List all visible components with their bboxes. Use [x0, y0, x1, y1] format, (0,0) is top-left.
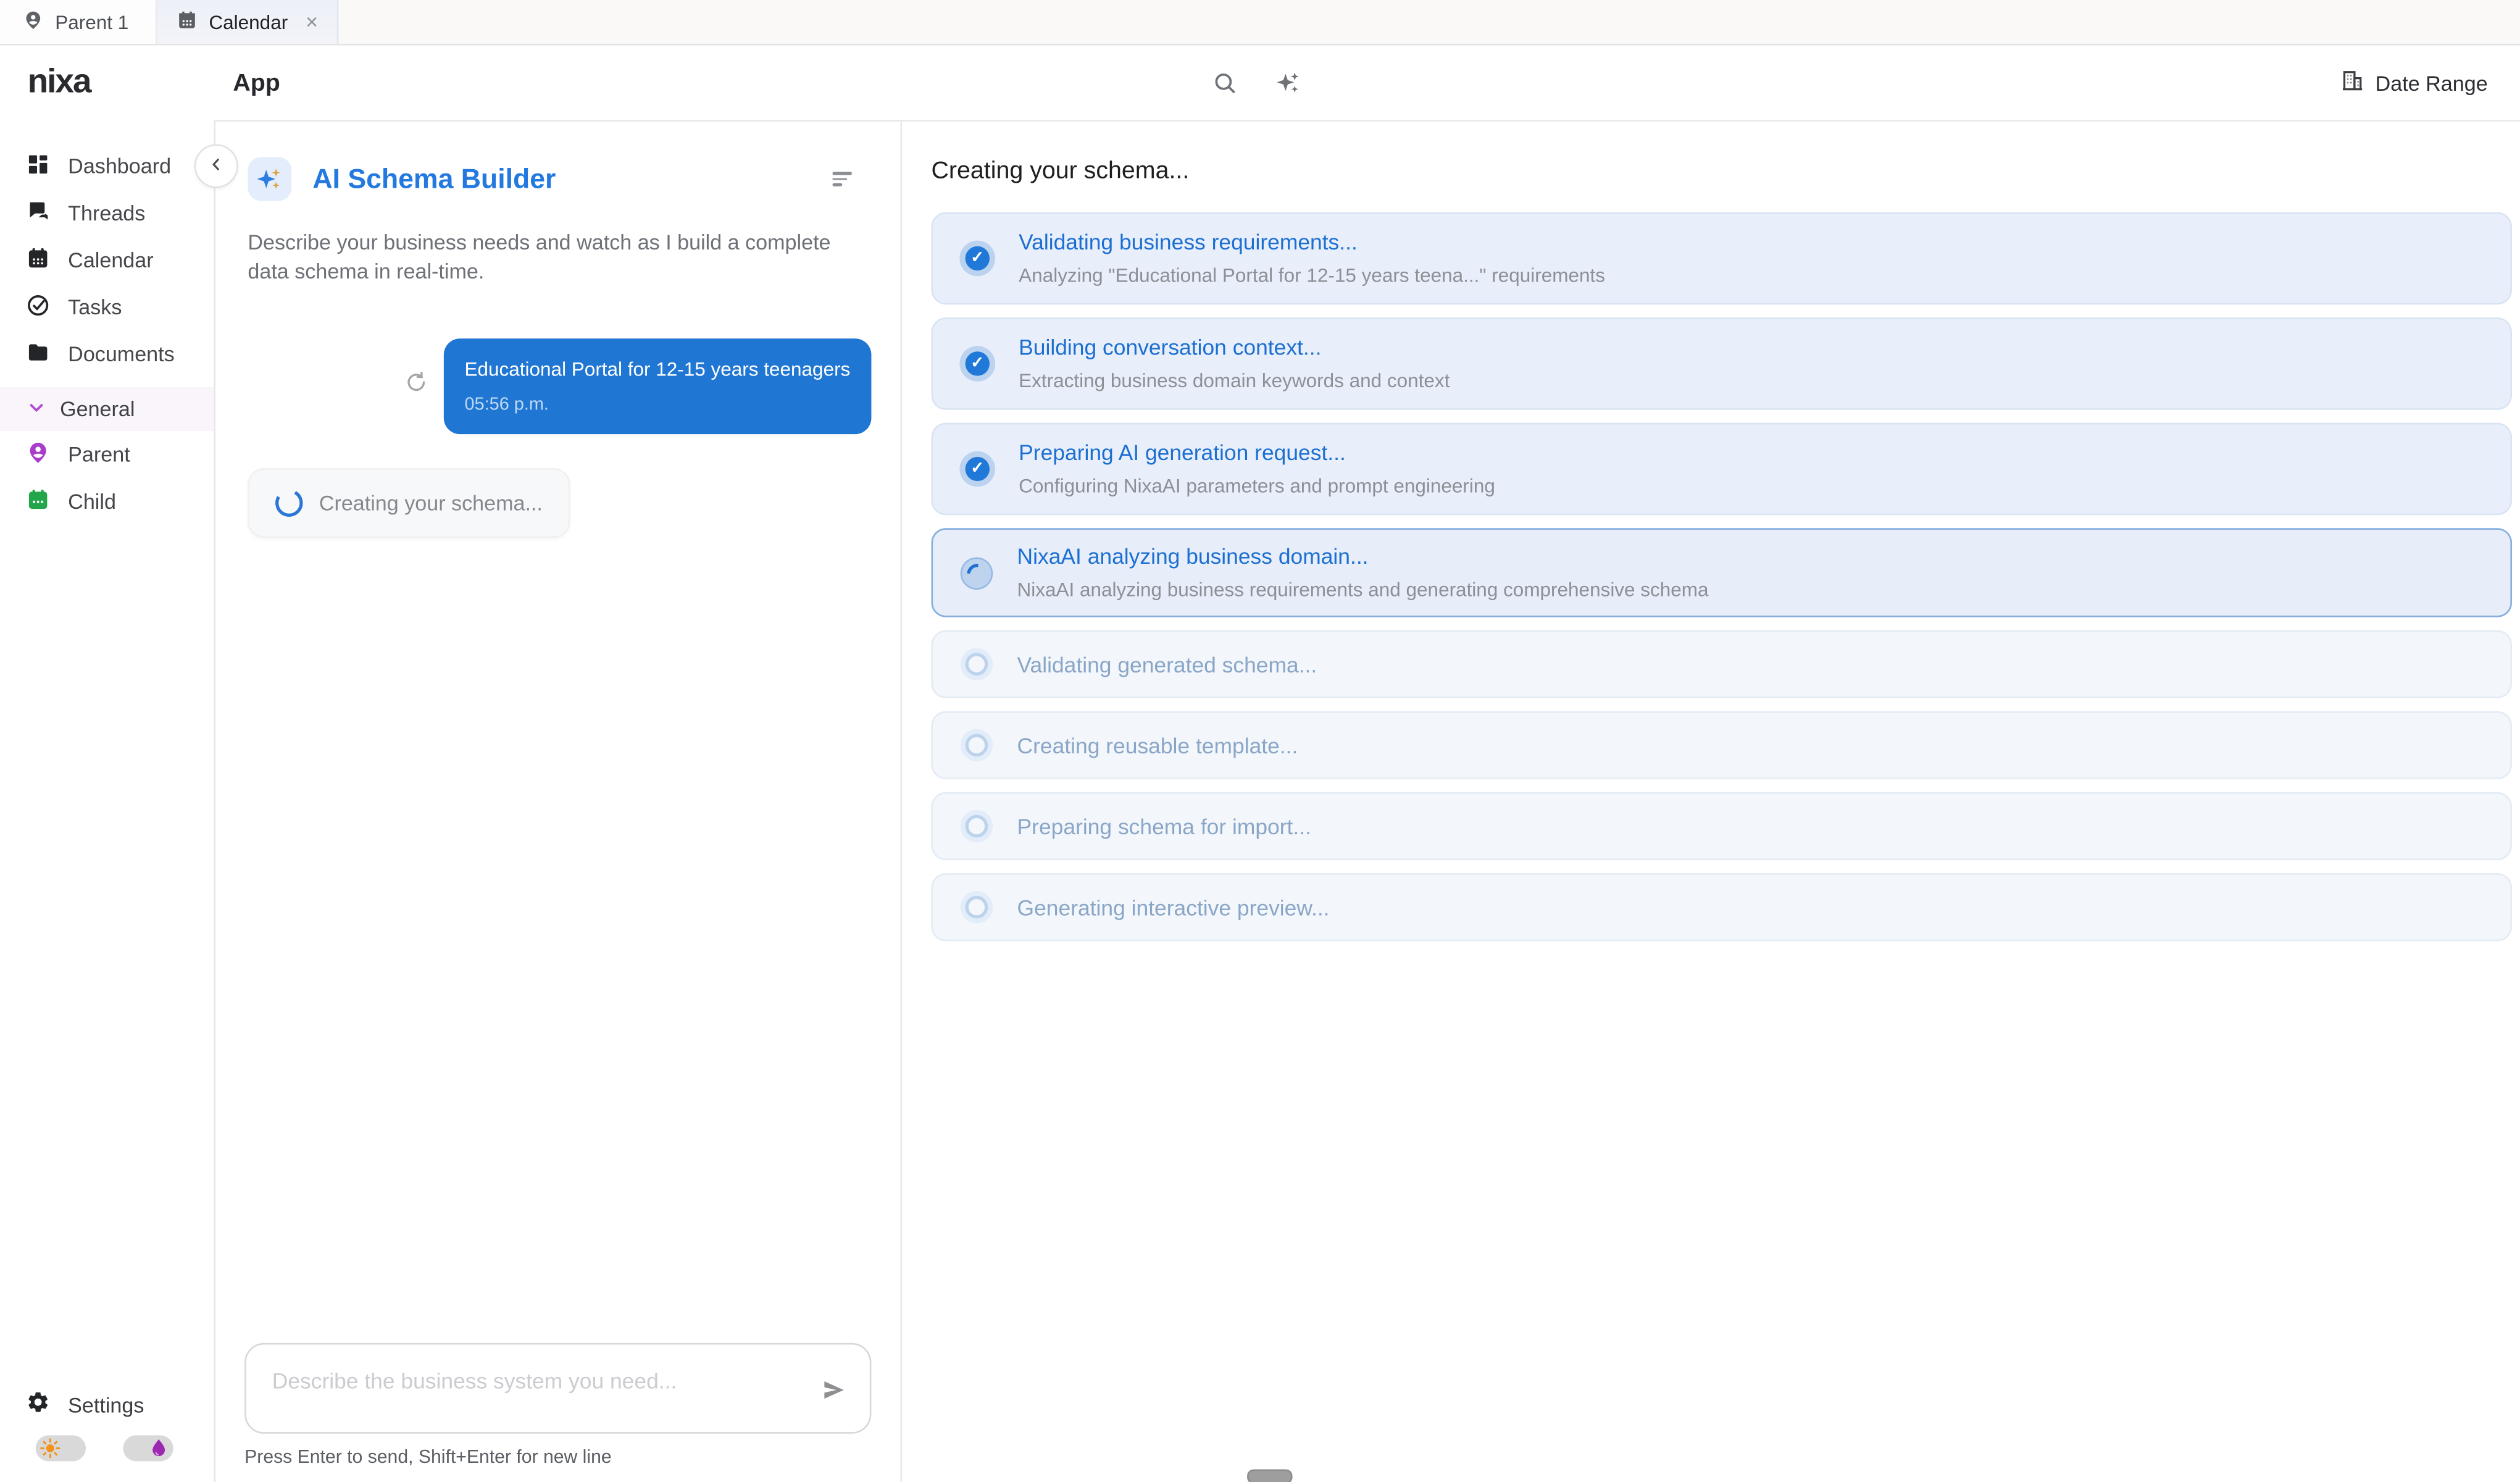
refresh-icon[interactable] [404, 371, 427, 402]
sidebar-collapse-button[interactable] [194, 144, 238, 188]
sidebar-item-threads[interactable]: Threads [0, 190, 214, 237]
step-status-icon [966, 653, 988, 676]
person-pin-icon [23, 9, 44, 35]
page-title: App [233, 69, 280, 96]
progress-step: Generating interactive preview... [932, 873, 2513, 941]
progress-heading: Creating your schema... [932, 157, 2513, 185]
message-input-placeholder: Describe the business system you need... [272, 1369, 677, 1393]
step-status-icon [966, 457, 990, 481]
sun-icon [39, 1437, 62, 1460]
sidebar-item-label: Threads [68, 201, 145, 225]
sidebar: Dashboard Threads Calendar Tasks Documen… [0, 120, 215, 1482]
send-icon[interactable] [821, 1377, 847, 1411]
brand-logo: nixa [28, 63, 91, 102]
theme-toggle[interactable] [36, 1435, 86, 1461]
sidebar-item-dashboard[interactable]: Dashboard [0, 143, 214, 190]
step-status-icon [966, 734, 988, 756]
sidebar-item-tasks[interactable]: Tasks [0, 283, 214, 330]
sidebar-item-settings[interactable]: Settings [0, 1380, 214, 1429]
step-subtitle: NixaAI analyzing business requirements a… [1017, 579, 1709, 601]
chat-description: Describe your business needs and watch a… [248, 228, 873, 285]
threads-chat-icon [26, 198, 50, 227]
step-title: Preparing schema for import... [1017, 814, 1311, 838]
sidebar-item-label: Child [68, 489, 116, 513]
step-title: NixaAI analyzing business domain... [1017, 544, 1709, 568]
app-window: Parent 1 Calendar × nixa App Date Range [0, 0, 2520, 1482]
sidebar-item-label: Tasks [68, 295, 122, 319]
input-hint: Press Enter to send, Shift+Enter for new… [244, 1448, 871, 1467]
sidebar-item-label: Settings [68, 1392, 144, 1417]
progress-step: Preparing AI generation request... Config… [932, 423, 2513, 516]
chat-title: AI Schema Builder [312, 163, 556, 195]
step-status-icon [961, 556, 993, 588]
horizontal-scrollbar-thumb[interactable] [1247, 1470, 1292, 1482]
message-input[interactable]: Describe the business system you need... [244, 1343, 871, 1434]
sidebar-item-label: Calendar [68, 248, 153, 272]
progress-step: NixaAI analyzing business domain... NixaA… [932, 528, 2513, 617]
step-title: Generating interactive preview... [1017, 895, 1330, 919]
sidebar-group-label: General [60, 397, 135, 421]
menu-lines-icon[interactable] [832, 172, 851, 186]
sidebar-group-general[interactable]: General [0, 387, 214, 431]
chevron-down-icon [28, 397, 46, 421]
step-title: Creating reusable template... [1017, 733, 1298, 757]
sidebar-item-label: Documents [68, 342, 174, 366]
chevron-left-icon [207, 151, 225, 180]
step-subtitle: Extracting business domain keywords and … [1019, 369, 1450, 392]
sidebar-item-label: Dashboard [68, 154, 171, 178]
progress-step: Building conversation context... Extracti… [932, 317, 2513, 410]
step-subtitle: Configuring NixaAI parameters and prompt… [1019, 475, 1495, 498]
progress-panel: Creating your schema... Validating busin… [902, 122, 2520, 1482]
tab-strip: Parent 1 Calendar × [0, 0, 2520, 45]
dashboard-grid-icon [26, 151, 50, 180]
assistant-loading-text: Creating your schema... [319, 491, 543, 515]
tab-parent[interactable]: Parent 1 [0, 0, 157, 44]
progress-step: Creating reusable template... [932, 711, 2513, 779]
calendar-icon [177, 9, 198, 35]
droplet-icon [148, 1437, 170, 1460]
sidebar-item-child[interactable]: Child [0, 478, 214, 525]
step-title: Building conversation context... [1019, 335, 1450, 359]
task-check-icon [26, 293, 50, 322]
date-range-label: Date Range [2376, 70, 2488, 94]
gear-icon [26, 1390, 50, 1419]
assistant-loading-bubble: Creating your schema... [248, 468, 570, 538]
tab-calendar[interactable]: Calendar × [157, 0, 339, 44]
user-message-time: 05:56 p.m. [465, 395, 851, 414]
step-title: Validating business requirements... [1019, 230, 1605, 254]
building-icon [2340, 68, 2364, 97]
date-range-button[interactable]: Date Range [2340, 68, 2488, 97]
spinner-icon [272, 487, 306, 521]
person-pin-icon [26, 440, 50, 469]
tab-calendar-label: Calendar [209, 10, 288, 33]
step-status-icon [966, 246, 990, 270]
tab-parent-label: Parent 1 [55, 10, 128, 33]
sidebar-item-calendar[interactable]: Calendar [0, 237, 214, 283]
step-status-icon [966, 815, 988, 838]
folder-icon [26, 340, 50, 369]
calendar-icon [26, 245, 50, 274]
calendar-icon [26, 487, 50, 516]
step-status-icon [966, 351, 990, 375]
ai-sparkle-badge [248, 157, 291, 201]
color-toggle[interactable] [123, 1435, 173, 1461]
step-title: Validating generated schema... [1017, 652, 1317, 676]
step-status-icon [966, 896, 988, 919]
progress-step: Preparing schema for import... [932, 792, 2513, 860]
user-message-bubble: Educational Portal for 12-15 years teena… [443, 339, 871, 435]
header: nixa App Date Range [0, 45, 2520, 120]
search-icon[interactable] [1211, 69, 1239, 96]
user-message-text: Educational Portal for 12-15 years teena… [465, 358, 851, 381]
step-title: Preparing AI generation request... [1019, 441, 1495, 465]
progress-step: Validating business requirements... Analy… [932, 212, 2513, 305]
sidebar-item-parent[interactable]: Parent [0, 431, 214, 478]
close-icon[interactable]: × [306, 11, 318, 32]
chat-panel: AI Schema Builder Describe your business… [215, 122, 902, 1482]
progress-step: Validating generated schema... [932, 630, 2513, 698]
sidebar-item-documents[interactable]: Documents [0, 330, 214, 377]
sidebar-item-label: Parent [68, 442, 130, 466]
step-subtitle: Analyzing "Educational Portal for 12-15 … [1019, 264, 1605, 287]
sparkles-icon[interactable] [1275, 69, 1303, 96]
